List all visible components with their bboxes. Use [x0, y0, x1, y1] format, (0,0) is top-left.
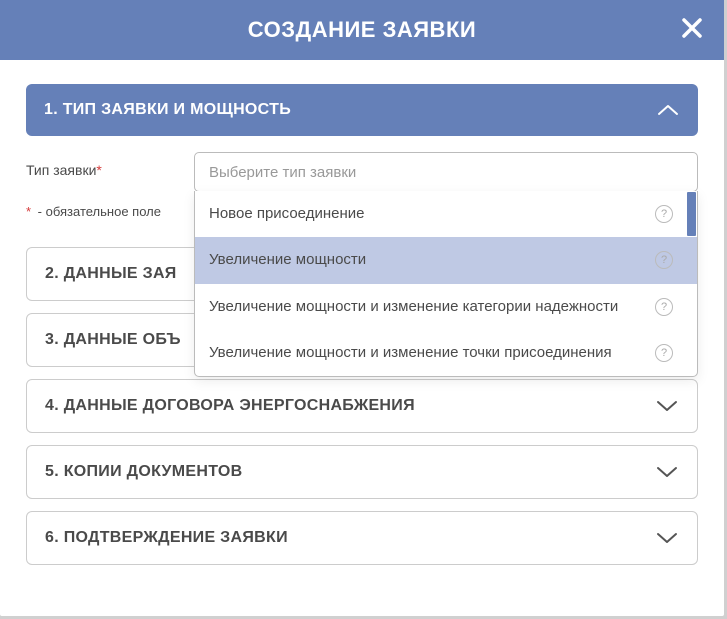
- dropdown-option-increase-power[interactable]: Увеличение мощности ?: [195, 237, 697, 283]
- close-button[interactable]: [678, 14, 706, 42]
- help-icon[interactable]: ?: [655, 251, 673, 269]
- section-6-header[interactable]: 6. ПОДТВЕРЖДЕНИЕ ЗАЯВКИ: [26, 511, 698, 565]
- modal-title: СОЗДАНИЕ ЗАЯВКИ: [248, 17, 476, 43]
- dropdown-option-label: Увеличение мощности и изменение категори…: [209, 297, 655, 317]
- chevron-up-icon: [656, 98, 680, 122]
- dropdown-option-increase-power-reliability[interactable]: Увеличение мощности и изменение категори…: [195, 284, 697, 330]
- required-indicator: *: [96, 162, 101, 178]
- close-icon: [680, 16, 704, 40]
- chevron-down-icon: [655, 460, 679, 484]
- section-5-title: 5. КОПИИ ДОКУМЕНТОВ: [45, 463, 243, 481]
- request-type-select[interactable]: Выберите тип заявки: [194, 152, 698, 192]
- section-5-header[interactable]: 5. КОПИИ ДОКУМЕНТОВ: [26, 445, 698, 499]
- dropdown-option-increase-power-point[interactable]: Увеличение мощности и изменение точки пр…: [195, 330, 697, 376]
- section-6-title: 6. ПОДТВЕРЖДЕНИЕ ЗАЯВКИ: [45, 529, 288, 547]
- chevron-down-icon: [655, 394, 679, 418]
- dropdown-option-label: Увеличение мощности: [209, 250, 655, 270]
- request-type-dropdown: Новое присоединение ? Увеличение мощност…: [194, 191, 698, 377]
- select-placeholder: Выберите тип заявки: [209, 164, 356, 181]
- help-icon[interactable]: ?: [655, 205, 673, 223]
- chevron-down-icon: [655, 526, 679, 550]
- section-1-title: 1. ТИП ЗАЯВКИ И МОЩНОСТЬ: [44, 101, 291, 119]
- help-icon[interactable]: ?: [655, 298, 673, 316]
- section-3-title: 3. ДАННЫЕ ОБЪ: [45, 331, 181, 349]
- section-2-title: 2. ДАННЫЕ ЗАЯ: [45, 265, 177, 283]
- request-type-select-wrapper: Выберите тип заявки Новое присоединение …: [194, 152, 698, 192]
- dropdown-option-new-connection[interactable]: Новое присоединение ?: [195, 191, 697, 237]
- modal-header: СОЗДАНИЕ ЗАЯВКИ: [0, 0, 724, 60]
- section-1-content: Тип заявки* Выберите тип заявки Новое пр…: [26, 152, 698, 247]
- dropdown-option-label: Новое присоединение: [209, 204, 655, 224]
- dropdown-scrollbar[interactable]: [687, 192, 696, 236]
- section-4-header[interactable]: 4. ДАННЫЕ ДОГОВОРА ЭНЕРГОСНАБЖЕНИЯ: [26, 379, 698, 433]
- help-icon[interactable]: ?: [655, 344, 673, 362]
- section-4-title: 4. ДАННЫЕ ДОГОВОРА ЭНЕРГОСНАБЖЕНИЯ: [45, 397, 415, 415]
- request-type-row: Тип заявки* Выберите тип заявки Новое пр…: [26, 152, 698, 192]
- create-request-modal: СОЗДАНИЕ ЗАЯВКИ 1. ТИП ЗАЯВКИ И МОЩНОСТЬ…: [0, 0, 724, 616]
- request-type-label: Тип заявки*: [26, 152, 194, 178]
- section-1-header[interactable]: 1. ТИП ЗАЯВКИ И МОЩНОСТЬ: [26, 84, 698, 136]
- modal-body: 1. ТИП ЗАЯВКИ И МОЩНОСТЬ Тип заявки* Выб…: [0, 60, 724, 565]
- dropdown-option-label: Увеличение мощности и изменение точки пр…: [209, 343, 655, 363]
